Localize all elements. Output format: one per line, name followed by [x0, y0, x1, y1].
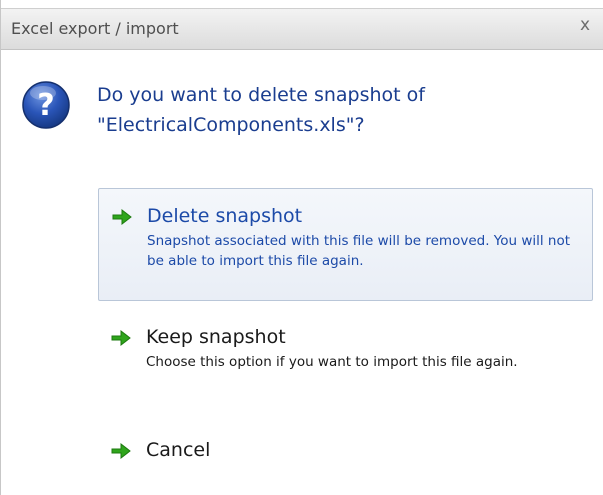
option-label: Keep snapshot [146, 326, 286, 348]
green-arrow-icon [111, 442, 131, 460]
question-text: Do you want to delete snapshot of "Elect… [97, 84, 425, 136]
dialog-title: Excel export / import [11, 19, 179, 38]
option-description: Snapshot associated with this file will … [147, 233, 571, 269]
option-row: Keep snapshot Choose this option if you … [110, 324, 583, 372]
question-icon: ? [22, 81, 70, 129]
option-cancel[interactable]: Cancel [98, 423, 593, 477]
option-label: Cancel [146, 439, 211, 461]
green-arrow-icon [112, 208, 132, 226]
titlebar: Excel export / import x [1, 8, 603, 50]
close-button[interactable]: x [574, 15, 596, 37]
option-keep-snapshot[interactable]: Keep snapshot Choose this option if you … [98, 310, 593, 386]
green-arrow-icon [111, 329, 131, 347]
dialog: Excel export / import x ? Do you want to… [0, 0, 603, 495]
svg-text:?: ? [37, 88, 54, 123]
option-delete-snapshot[interactable]: Delete snapshot Snapshot associated with… [98, 188, 593, 301]
option-description: Choose this option if you want to import… [146, 354, 518, 370]
option-row: Cancel [110, 437, 583, 463]
option-label: Delete snapshot [147, 205, 303, 227]
option-row: Delete snapshot Snapshot associated with… [111, 203, 582, 271]
